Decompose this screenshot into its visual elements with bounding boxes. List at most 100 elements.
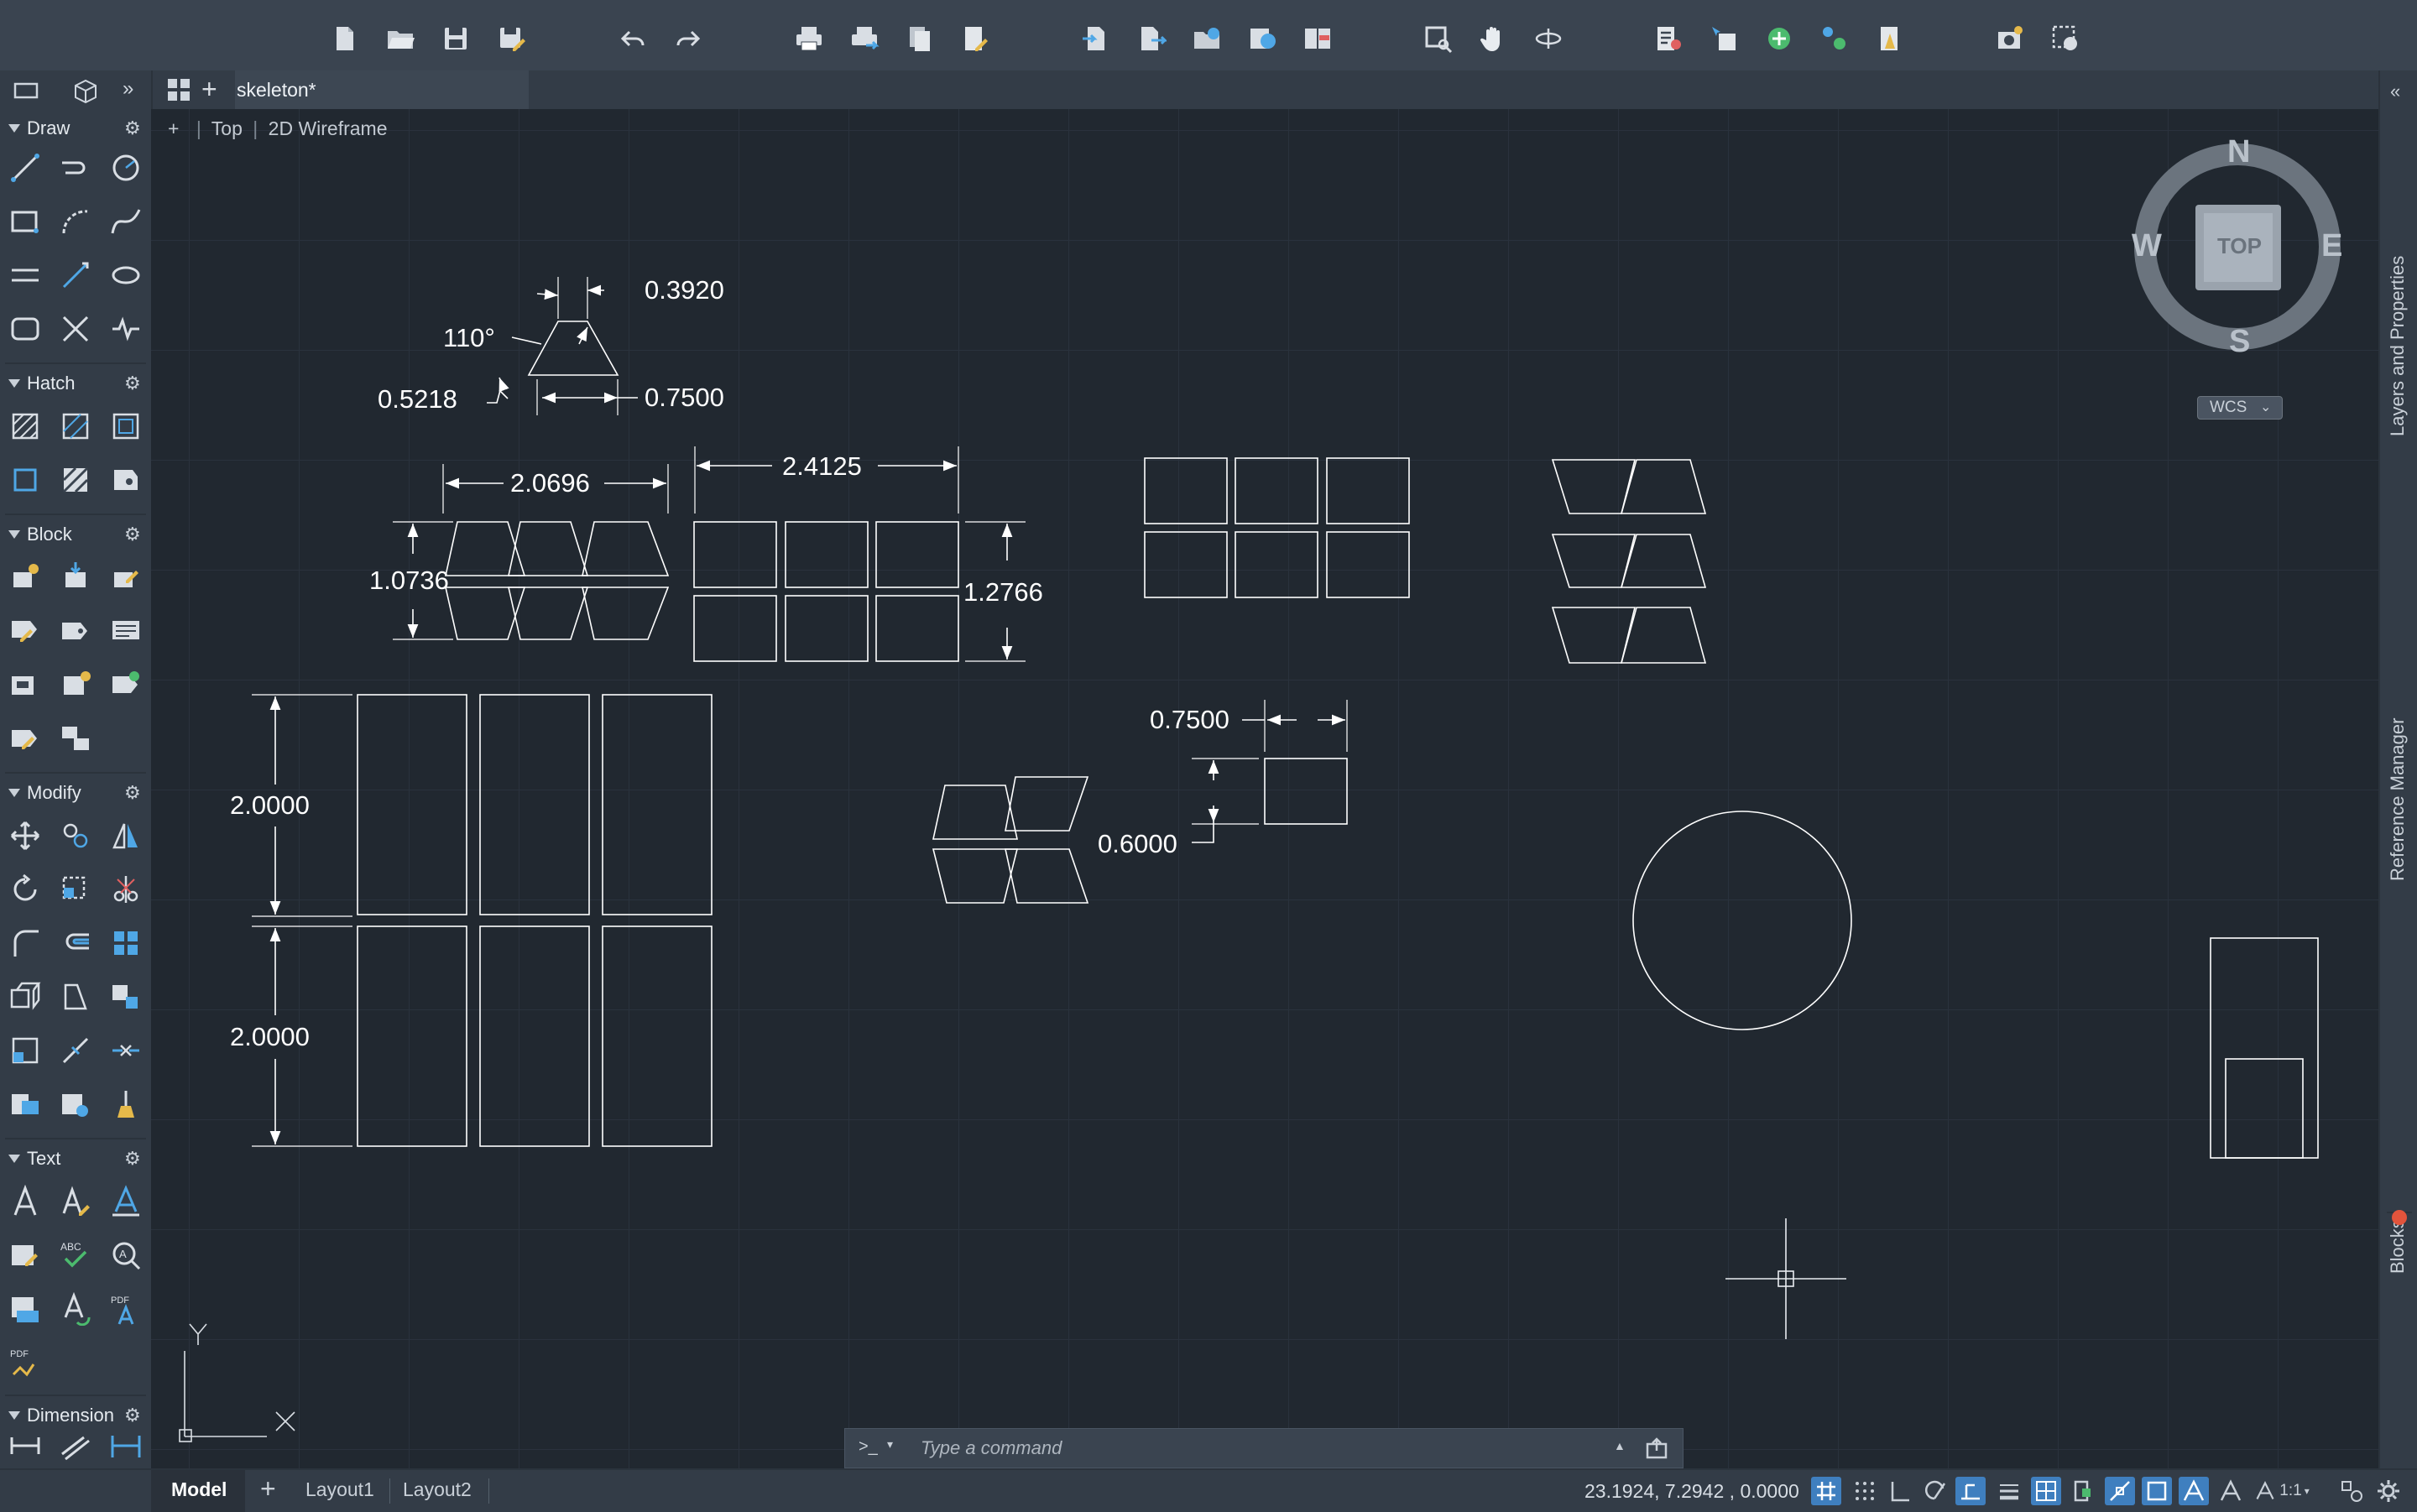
revcloud-tool-icon[interactable] <box>106 309 146 349</box>
tab-layout1[interactable]: Layout1 <box>305 1478 374 1501</box>
dimension-label[interactable]: 110° <box>443 323 495 353</box>
single-line-text-icon[interactable] <box>55 1181 96 1222</box>
print-icon[interactable] <box>792 22 826 55</box>
dimension-label[interactable]: 1.2766 <box>963 577 1043 607</box>
gradient-tool-icon[interactable] <box>55 406 96 446</box>
viewcube[interactable]: TOP N S E W <box>2132 134 2342 361</box>
stretch-icon[interactable] <box>55 977 96 1017</box>
ucs-dropdown[interactable]: WCS ⌄ <box>2197 396 2283 420</box>
block-attribute-icon[interactable] <box>5 718 45 759</box>
collapse-triangle-icon[interactable] <box>8 1155 20 1163</box>
tall-rectangle-grid[interactable] <box>252 694 713 1147</box>
command-prompt-icon[interactable]: >_ <box>859 1437 878 1457</box>
dimension-label[interactable]: 2.0000 <box>230 790 310 821</box>
save-as-icon[interactable] <box>494 22 528 55</box>
render-icon[interactable] <box>1993 22 2027 55</box>
gear-icon[interactable]: ⚙ <box>124 1148 141 1170</box>
blocks-tab[interactable]: Blocks <box>2387 1219 2409 1274</box>
layers-properties-tab[interactable]: Layers and Properties <box>2387 256 2409 436</box>
collapse-triangle-icon[interactable] <box>8 530 20 539</box>
dimension-label[interactable]: 0.7500 <box>1150 705 1229 735</box>
purge-icon[interactable] <box>1873 22 1907 55</box>
coordinates-readout[interactable]: 23.1924, 7.2942 , 0.0000 <box>1584 1480 1799 1503</box>
open-folder-icon[interactable] <box>384 22 417 55</box>
multiline-text-icon[interactable] <box>5 1181 45 1222</box>
gear-icon[interactable]: ⚙ <box>124 524 141 545</box>
new-tab-plus-icon[interactable]: + <box>201 74 217 105</box>
text-panel-header[interactable]: Text ⚙ <box>0 1144 151 1175</box>
replace-block-icon[interactable] <box>55 718 96 759</box>
trapezoid-detail[interactable] <box>487 277 638 415</box>
copy-icon[interactable] <box>55 816 96 856</box>
redo-icon[interactable] <box>671 22 705 55</box>
annotation-scale[interactable]: 1:1 ▾ <box>2253 1477 2311 1505</box>
array-icon[interactable] <box>106 923 146 963</box>
share-icon[interactable] <box>1644 1436 1669 1461</box>
pan-hand-icon[interactable] <box>1476 22 1510 55</box>
spline-tool-icon[interactable] <box>106 201 146 242</box>
tab-model[interactable]: Model <box>151 1470 245 1512</box>
command-line[interactable]: >_ ▾ ▲ <box>844 1428 1684 1468</box>
orbit-icon[interactable] <box>1532 22 1565 55</box>
gear-icon[interactable]: ⚙ <box>124 782 141 804</box>
ellipse-tool-icon[interactable] <box>106 255 146 295</box>
dimension-panel-header[interactable]: Dimension ⚙ <box>0 1401 151 1431</box>
compass-east[interactable]: E <box>2321 228 2342 264</box>
draw-panel-header[interactable]: Draw ⚙ <box>0 114 151 144</box>
modify-panel-header[interactable]: Modify ⚙ <box>0 779 151 809</box>
polar-tracking-icon[interactable] <box>1920 1477 1950 1505</box>
file-tabs-grid-icon[interactable] <box>164 76 193 104</box>
trapezoid-cluster[interactable] <box>932 776 1089 904</box>
publish-web-icon[interactable] <box>1245 22 1279 55</box>
block-panel-header[interactable]: Block ⚙ <box>0 520 151 550</box>
transparency-icon[interactable] <box>2031 1477 2061 1505</box>
match-properties-icon[interactable] <box>1707 22 1741 55</box>
dimension-label[interactable]: 2.0696 <box>510 468 590 498</box>
dimension-label[interactable]: 0.5218 <box>378 384 457 414</box>
line-tool-icon[interactable] <box>5 148 45 188</box>
annotation-visibility-icon[interactable] <box>2179 1477 2209 1505</box>
dimension-label[interactable]: 1.0736 <box>369 566 449 596</box>
text-align-icon[interactable] <box>5 1289 45 1329</box>
workspace-switch-icon[interactable] <box>2336 1477 2367 1505</box>
rectangle-tool-icon[interactable] <box>5 201 45 242</box>
construction-line-icon[interactable] <box>55 309 96 349</box>
overkill-icon[interactable] <box>106 1084 146 1124</box>
drawing-canvas[interactable] <box>151 109 2378 1468</box>
batch-plot-icon[interactable] <box>903 22 937 55</box>
dimension-label[interactable]: 0.3920 <box>645 275 724 305</box>
ray-tool-icon[interactable] <box>55 255 96 295</box>
paper-space-icon[interactable] <box>12 79 40 102</box>
edit-polyline-icon[interactable] <box>55 1084 96 1124</box>
ortho-icon[interactable] <box>1885 1477 1915 1505</box>
join-icon[interactable] <box>106 1030 146 1071</box>
gear-icon[interactable]: ⚙ <box>124 373 141 394</box>
insert-block-icon[interactable] <box>55 557 96 597</box>
aligned-dimension-icon[interactable] <box>55 1431 96 1460</box>
share-folder-icon[interactable] <box>1190 22 1224 55</box>
edit-block-icon[interactable] <box>106 557 146 597</box>
import-icon[interactable] <box>1079 22 1113 55</box>
door-rectangle[interactable] <box>2210 937 2319 1159</box>
plot-icon[interactable] <box>848 22 881 55</box>
compare-icon[interactable] <box>1301 22 1334 55</box>
chevron-down-icon[interactable]: ▾ <box>887 1437 893 1452</box>
tab-layout2[interactable]: Layout2 <box>403 1478 472 1501</box>
offset-icon[interactable] <box>55 923 96 963</box>
rotate-icon[interactable] <box>5 869 45 910</box>
collapse-triangle-icon[interactable] <box>8 124 20 133</box>
block-palette-icon[interactable] <box>55 665 96 705</box>
gear-icon[interactable]: ⚙ <box>124 117 141 139</box>
circle-tool-icon[interactable] <box>106 148 146 188</box>
break-icon[interactable] <box>55 1030 96 1071</box>
grid-toggle-icon[interactable] <box>1811 1477 1841 1505</box>
command-input[interactable] <box>919 1436 1594 1461</box>
circle-entity[interactable] <box>1632 811 1852 1030</box>
polygon-tool-icon[interactable] <box>5 309 45 349</box>
add-layout-plus-icon[interactable]: + <box>260 1473 276 1504</box>
linear-dimension-icon[interactable] <box>5 1431 45 1460</box>
selection-cycling-icon[interactable] <box>2068 1477 2098 1505</box>
hatch-panel-header[interactable]: Hatch ⚙ <box>0 369 151 399</box>
gear-icon[interactable]: ⚙ <box>124 1405 141 1426</box>
group-icon[interactable] <box>1818 22 1851 55</box>
